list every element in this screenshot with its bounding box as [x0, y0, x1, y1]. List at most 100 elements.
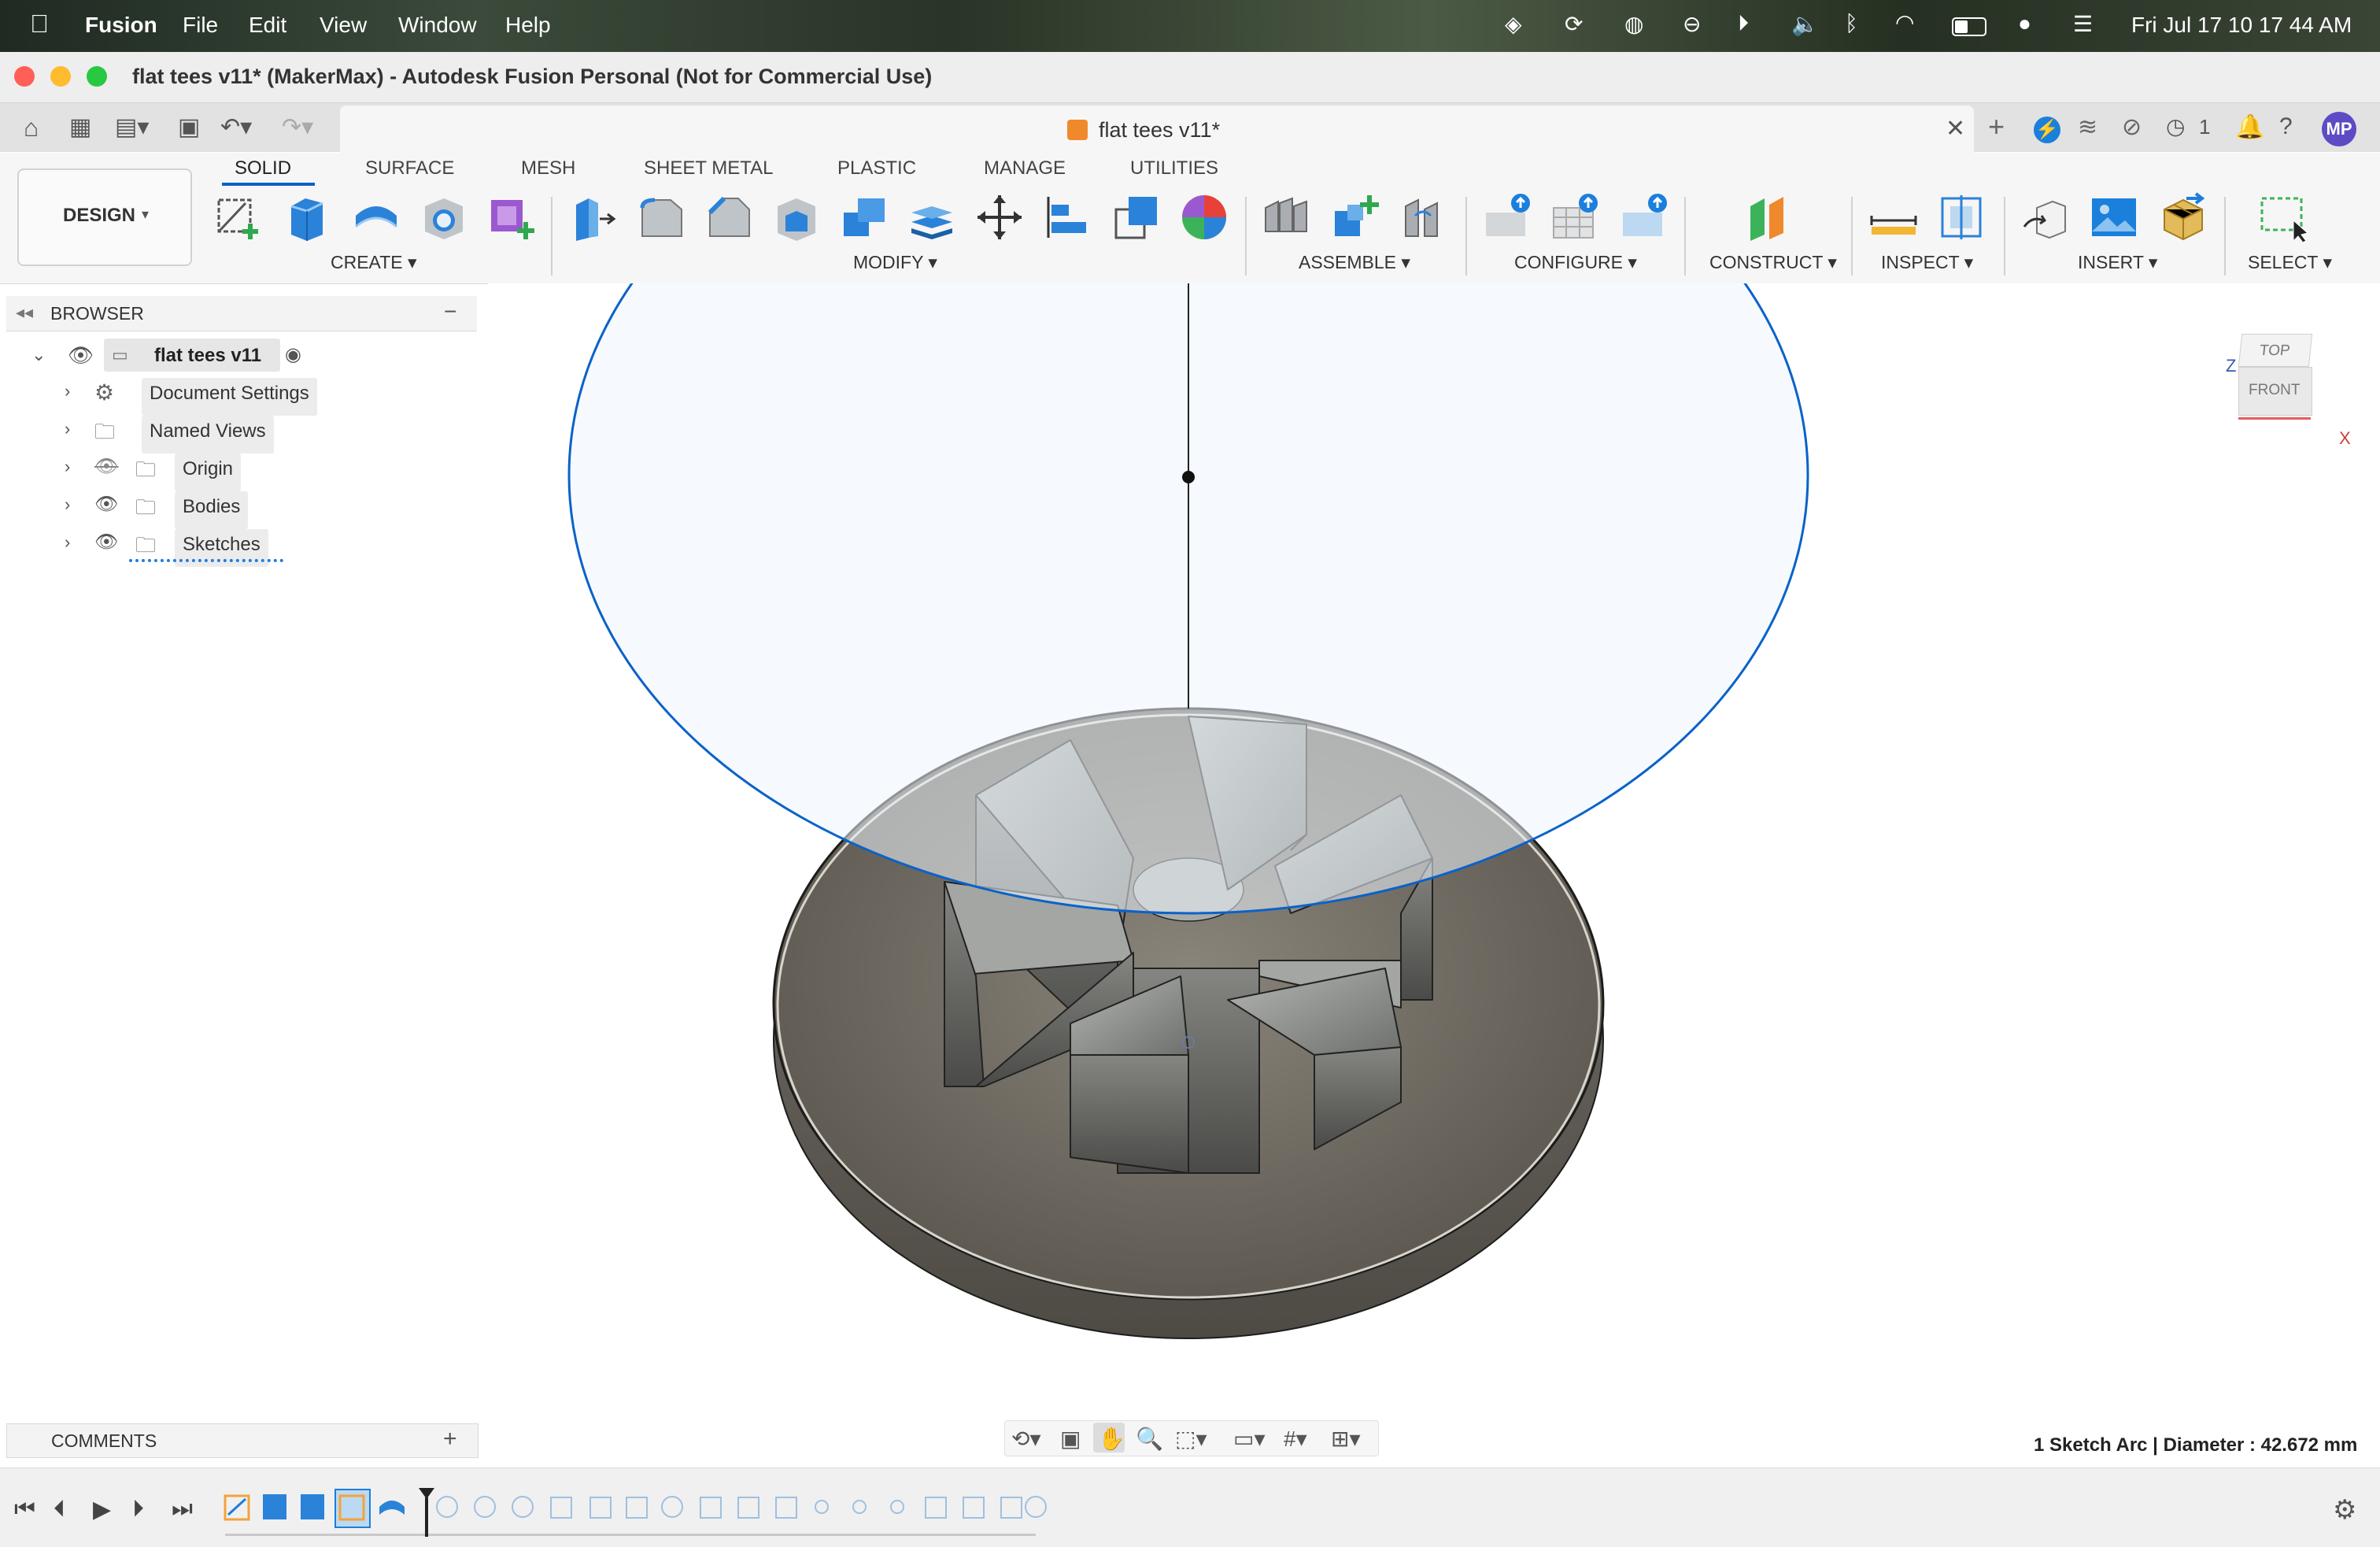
- align-icon[interactable]: [1042, 192, 1092, 242]
- insert-mesh-icon[interactable]: [2158, 192, 2208, 242]
- pan-icon[interactable]: ✋: [1098, 1426, 1125, 1452]
- browser-root-row[interactable]: ⌄ 👁 ▭ flat tees v11 ◉: [6, 339, 477, 373]
- move-icon[interactable]: [974, 192, 1025, 242]
- app-menu[interactable]: Fusion: [85, 13, 157, 38]
- extensions-icon[interactable]: ⚡: [2034, 117, 2060, 143]
- chevron-down-icon[interactable]: ⌄: [31, 345, 46, 365]
- group-inspect[interactable]: INSPECT ▾: [1881, 252, 1973, 273]
- menu-window[interactable]: Window: [398, 13, 477, 38]
- group-construct[interactable]: CONSTRUCT ▾: [1709, 252, 1837, 273]
- data-panel-icon[interactable]: ▦: [69, 113, 91, 141]
- offset-face-icon[interactable]: [907, 192, 957, 242]
- new-tab-icon[interactable]: +: [1988, 110, 2005, 143]
- go-to-end-icon[interactable]: ⏭: [172, 1496, 193, 1523]
- hole-icon[interactable]: [419, 192, 469, 242]
- comments-panel[interactable]: COMMENTS +: [6, 1423, 479, 1458]
- collapse-panel-icon[interactable]: ◂◂: [16, 302, 33, 323]
- menu-help[interactable]: Help: [505, 13, 551, 38]
- sync-icon[interactable]: ⟳: [1565, 11, 1583, 37]
- eye-icon[interactable]: 👁: [68, 343, 94, 368]
- orbit-icon[interactable]: ⟲▾: [1011, 1426, 1041, 1452]
- undo-icon[interactable]: ↶▾: [220, 113, 252, 141]
- menubar-clock[interactable]: Fri Jul 17 10 17 44 AM: [2131, 13, 2352, 38]
- group-insert[interactable]: INSERT ▾: [2078, 252, 2157, 273]
- timeline-extrude-feature[interactable]: [263, 1494, 286, 1519]
- configuration-table-icon[interactable]: [1550, 192, 1601, 242]
- model-canvas[interactable]: [488, 283, 2380, 1464]
- shell-icon[interactable]: [771, 192, 822, 242]
- tab-sheet-metal[interactable]: SHEET METAL: [644, 157, 773, 179]
- save-icon[interactable]: ▣: [178, 113, 200, 141]
- configure-rule-icon[interactable]: [1620, 192, 1670, 242]
- viewcube-front-face[interactable]: FRONT: [2238, 367, 2312, 416]
- appearance-icon[interactable]: [1179, 192, 1229, 242]
- minimize-window-button[interactable]: [50, 66, 71, 87]
- chevron-right-icon[interactable]: ›: [65, 457, 70, 477]
- go-to-start-icon[interactable]: ⏮: [14, 1496, 35, 1523]
- file-menu-icon[interactable]: ▤▾: [115, 113, 149, 141]
- group-create[interactable]: CREATE ▾: [331, 252, 417, 273]
- job-count[interactable]: 1: [2199, 115, 2210, 139]
- globe-icon[interactable]: ◍: [1624, 11, 1643, 37]
- job-status-icon[interactable]: ◷: [2166, 113, 2185, 139]
- eye-icon[interactable]: 👁: [94, 531, 118, 553]
- timeline-settings-gear-icon[interactable]: ⚙: [2333, 1494, 2356, 1526]
- tab-manage[interactable]: MANAGE: [984, 157, 1066, 179]
- fit-icon[interactable]: ⬚▾: [1175, 1426, 1207, 1452]
- minus-circle-icon[interactable]: ⊖: [1683, 11, 1701, 37]
- home-icon[interactable]: ⌂: [24, 113, 39, 142]
- workspace-switcher[interactable]: DESIGN ▾: [17, 168, 192, 266]
- zoom-window-button[interactable]: [87, 66, 107, 87]
- sketch-center-point[interactable]: [1182, 471, 1195, 483]
- bluetooth-icon[interactable]: ᛒ: [1845, 11, 1858, 36]
- apple-icon[interactable]: : [30, 9, 49, 39]
- browser-item-sketches[interactable]: › 👁 🗀 Sketches: [6, 527, 477, 567]
- timeline-features[interactable]: [220, 1483, 1055, 1538]
- grid-icon[interactable]: #▾: [1284, 1426, 1307, 1452]
- viewcube-top-face[interactable]: TOP: [2238, 334, 2313, 367]
- as-built-joint-icon[interactable]: [1398, 192, 1448, 242]
- timeline-sketch-feature[interactable]: [224, 1494, 250, 1521]
- redo-icon[interactable]: ↷▾: [282, 113, 313, 141]
- tab-utilities[interactable]: UTILITIES: [1130, 157, 1218, 179]
- tab-mesh[interactable]: MESH: [521, 157, 575, 179]
- zoom-icon[interactable]: 🔍: [1136, 1426, 1163, 1452]
- extrude-icon[interactable]: [282, 192, 332, 242]
- step-back-icon[interactable]: ⏴: [54, 1496, 65, 1523]
- browser-item-bodies[interactable]: › 👁 🗀 Bodies: [6, 490, 477, 529]
- menu-edit[interactable]: Edit: [249, 13, 286, 38]
- notifications-icon[interactable]: 🔔: [2235, 113, 2264, 141]
- insert-derive-icon[interactable]: [2021, 192, 2071, 242]
- user-avatar[interactable]: MP: [2322, 112, 2356, 146]
- timeline-sketch-feature-selected[interactable]: [334, 1489, 371, 1528]
- scale-icon[interactable]: [1111, 192, 1162, 242]
- battery-icon[interactable]: [1952, 17, 1986, 36]
- chevron-right-icon[interactable]: ›: [65, 419, 70, 439]
- menu-file[interactable]: File: [183, 13, 218, 38]
- configure-icon[interactable]: [1483, 192, 1533, 242]
- press-pull-icon[interactable]: [568, 192, 619, 242]
- joint-icon[interactable]: [1330, 192, 1380, 242]
- step-forward-icon[interactable]: ⏵: [132, 1496, 144, 1523]
- timeline-extrude-feature[interactable]: [301, 1494, 324, 1519]
- viewcube[interactable]: TOP FRONT Z X: [2226, 331, 2351, 448]
- eye-icon[interactable]: 👁: [94, 493, 118, 516]
- timeline-revolve-feature[interactable]: [379, 1501, 405, 1515]
- menu-view[interactable]: View: [320, 13, 367, 38]
- chevron-right-icon[interactable]: ›: [65, 532, 70, 553]
- revolve-icon[interactable]: [351, 192, 401, 242]
- help-icon[interactable]: ?: [2279, 113, 2293, 140]
- control-center-icon[interactable]: ☰: [2073, 11, 2093, 37]
- status-icon[interactable]: ◈: [1505, 11, 1522, 37]
- look-at-icon[interactable]: ▣: [1060, 1426, 1081, 1452]
- chevron-right-icon[interactable]: ›: [65, 381, 70, 402]
- play-icon[interactable]: ▶: [93, 1496, 111, 1523]
- tab-surface[interactable]: SURFACE: [365, 157, 454, 179]
- close-window-button[interactable]: [14, 66, 35, 87]
- new-component-icon[interactable]: [1262, 192, 1313, 242]
- close-tab-icon[interactable]: ✕: [1946, 115, 1965, 142]
- volume-icon[interactable]: 🔈: [1791, 11, 1819, 37]
- group-configure[interactable]: CONFIGURE ▾: [1514, 252, 1637, 273]
- measure-icon[interactable]: [1868, 192, 1919, 242]
- minimize-panel-icon[interactable]: −: [444, 299, 456, 324]
